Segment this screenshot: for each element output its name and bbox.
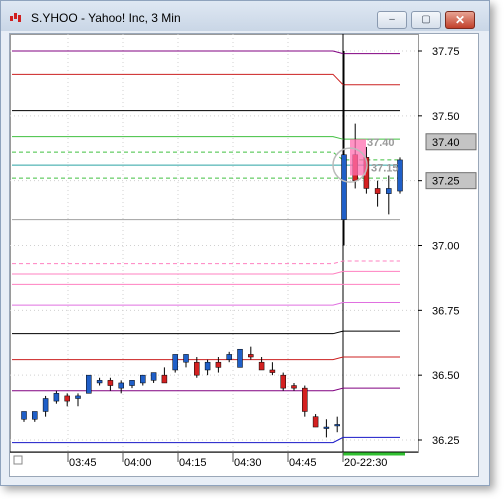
candle-body (140, 374, 146, 384)
level-line (12, 136, 400, 140)
chart-area[interactable]: 37.40 37.15 37.75 37.50 37.25 37.00 36.75 36.5… (9, 33, 479, 477)
candle-body (172, 354, 178, 371)
grid-layer (10, 34, 419, 453)
candle-body (269, 369, 276, 373)
candle-body (237, 348, 243, 368)
price-annotation: 37.15 (371, 163, 399, 175)
candle-body (226, 354, 232, 360)
candle-body (280, 374, 286, 389)
candlestick-chart[interactable]: 37.40 37.15 37.75 37.50 37.25 37.00 36.75 36.5… (10, 34, 480, 478)
minimize-button[interactable]: – (377, 11, 407, 29)
candle-body (341, 154, 347, 220)
x-tick-label: 04:45 (289, 457, 317, 469)
candle-body (42, 398, 49, 412)
price-marker-label: 37.40 (432, 137, 460, 149)
candle-body (107, 380, 114, 386)
candle-body (64, 395, 70, 402)
x-tick-label: 20-22:30 (344, 457, 387, 469)
level-line (12, 302, 400, 306)
candles-layer (21, 51, 403, 438)
candle-body (75, 395, 81, 399)
level-line (12, 387, 400, 392)
title-bar[interactable]: S.YHOO - Yahoo! Inc, 3 Min – ▢ ✕ (1, 1, 489, 31)
candle-body (386, 188, 392, 194)
x-tick-label: 04:15 (179, 457, 207, 469)
price-marker-label: 37.25 (432, 176, 460, 188)
candle-body (204, 361, 211, 371)
chart-window: S.YHOO - Yahoo! Inc, 3 Min – ▢ ✕ 37.40 37… (0, 0, 490, 486)
candle-body (334, 424, 340, 427)
candle-body (150, 372, 157, 381)
candle-body (118, 382, 124, 389)
levels-layer (12, 50, 405, 456)
candle-body (302, 387, 308, 412)
x-tick-label: 04:30 (234, 457, 262, 469)
chart-app-icon (10, 13, 21, 22)
window-title: S.YHOO - Yahoo! Inc, 3 Min (31, 11, 181, 25)
price-axis: 37.75 37.50 37.25 37.00 36.75 36.50 36.25 37.40… (418, 46, 477, 447)
level-line (12, 260, 400, 265)
candle-body (323, 426, 330, 429)
y-tick-label: 37.00 (432, 241, 460, 253)
y-tick-label: 36.50 (432, 370, 460, 382)
candle-body (129, 380, 135, 386)
candle-body (374, 188, 381, 194)
price-annotation: 37.40 (367, 137, 395, 149)
level-line (12, 73, 400, 86)
candle-body (258, 361, 265, 371)
candle-body (21, 411, 27, 420)
plot-frame (10, 34, 419, 453)
candle-body (291, 385, 297, 389)
close-button[interactable]: ✕ (445, 11, 475, 29)
candle-body (215, 361, 222, 368)
corner-box (13, 455, 23, 465)
candle-body (32, 411, 38, 420)
level-line (12, 330, 400, 335)
candle-body (86, 374, 92, 394)
x-tick-label: 04:00 (124, 457, 152, 469)
candle-body (53, 393, 60, 402)
level-line (12, 356, 400, 361)
y-tick-label: 36.75 (432, 305, 460, 317)
candle-body (161, 374, 168, 384)
candle-body (312, 416, 319, 428)
level-line (12, 270, 400, 275)
candle-body (96, 380, 103, 384)
candle-body (194, 361, 200, 376)
level-line (12, 50, 400, 55)
maximize-button[interactable]: ▢ (411, 11, 441, 29)
y-tick-label: 36.25 (432, 435, 460, 447)
candle-body (248, 354, 254, 358)
y-tick-label: 37.75 (432, 46, 460, 58)
y-tick-label: 37.50 (432, 111, 460, 123)
x-tick-label: 03:45 (69, 457, 97, 469)
selection-highlight (350, 139, 366, 176)
candle-body (183, 354, 189, 363)
